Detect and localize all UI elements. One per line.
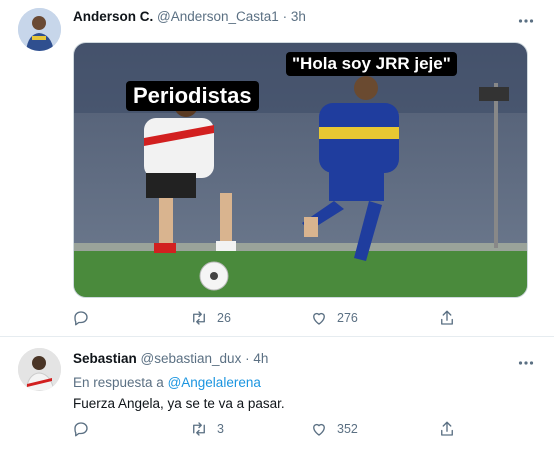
- timestamp[interactable]: 3h: [291, 9, 306, 24]
- retweet-button[interactable]: 26: [190, 308, 231, 328]
- display-name[interactable]: Anderson C.: [73, 9, 153, 24]
- reply-button[interactable]: [72, 308, 99, 328]
- like-count: 276: [337, 311, 358, 325]
- reply-icon: [74, 422, 88, 437]
- like-button[interactable]: 352: [310, 419, 358, 439]
- tweet-header: Sebastian @sebastian_dux · 4h: [73, 351, 268, 366]
- user-handle[interactable]: @Anderson_Casta1: [157, 9, 279, 24]
- like-button[interactable]: 276: [310, 308, 358, 328]
- separator-dot: ·: [282, 9, 288, 24]
- share-button[interactable]: [438, 419, 456, 439]
- timestamp[interactable]: 4h: [253, 351, 268, 366]
- more-icon[interactable]: [518, 355, 534, 365]
- display-name[interactable]: Sebastian: [73, 351, 137, 366]
- caption-periodistas: Periodistas: [126, 81, 259, 111]
- share-button[interactable]: [438, 308, 456, 328]
- reply-mention-link[interactable]: @Angelalerena: [168, 375, 261, 390]
- tweet-actions: 3 352: [72, 419, 472, 439]
- retweet-button[interactable]: 3: [190, 419, 224, 439]
- caption-jrr: "Hola soy JRR jeje": [286, 52, 457, 76]
- reply-prefix: En respuesta a: [73, 375, 164, 390]
- separator-dot: ·: [245, 351, 250, 366]
- reply-button[interactable]: [72, 419, 99, 439]
- tweet-media-image[interactable]: Periodistas "Hola soy JRR jeje": [73, 42, 528, 298]
- avatar[interactable]: [18, 348, 61, 391]
- user-handle[interactable]: @sebastian_dux: [141, 351, 242, 366]
- retweet-icon: [193, 311, 205, 325]
- tweet-actions: 26 276: [72, 308, 472, 328]
- like-icon: [313, 312, 325, 325]
- like-icon: [313, 423, 325, 436]
- like-count: 352: [337, 422, 358, 436]
- retweet-count: 3: [217, 422, 224, 436]
- more-icon[interactable]: [518, 13, 534, 23]
- retweet-icon: [193, 422, 205, 436]
- reply-icon: [74, 311, 88, 326]
- tweet-header: Anderson C. @Anderson_Casta1 · 3h: [73, 9, 306, 24]
- share-icon: [441, 421, 453, 436]
- reply-context: En respuesta a @Angelalerena: [73, 375, 261, 390]
- tweet-sebastian[interactable]: Sebastian @sebastian_dux · 4h En respues…: [0, 337, 554, 455]
- tweet-anderson[interactable]: Anderson C. @Anderson_Casta1 · 3h Period…: [0, 0, 554, 337]
- avatar[interactable]: [18, 8, 61, 51]
- retweet-count: 26: [217, 311, 231, 325]
- tweet-text: Fuerza Angela, ya se te va a pasar.: [73, 396, 285, 411]
- share-icon: [441, 310, 453, 325]
